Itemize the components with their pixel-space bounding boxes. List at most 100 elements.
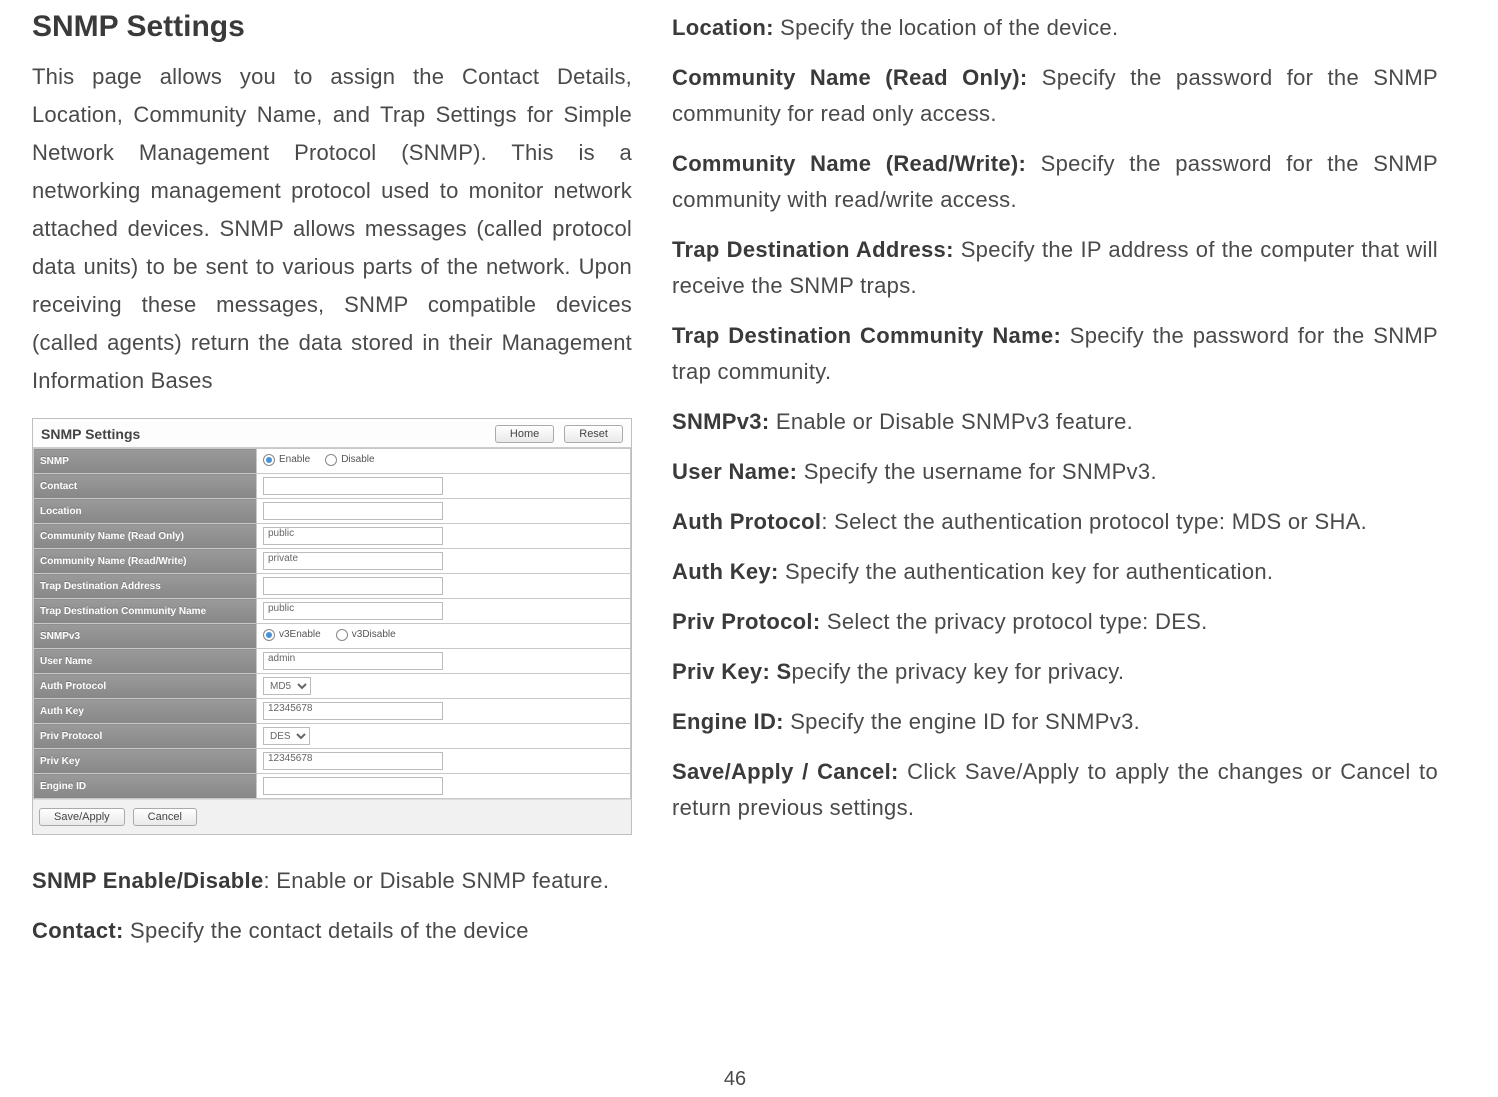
- def-community-ro: Community Name (Read Only): Specify the …: [672, 60, 1438, 132]
- def-label: Engine ID:: [672, 709, 784, 734]
- def-text: Specify the location of the device.: [774, 15, 1119, 40]
- row-trap-dest-comm: Trap Destination Community Name public: [34, 599, 631, 624]
- row-priv-protocol: Priv Protocol DES: [34, 724, 631, 749]
- def-location: Location: Specify the location of the de…: [672, 10, 1438, 46]
- def-text: Specify the username for SNMPv3.: [797, 459, 1157, 484]
- screenshot-footer: Save/Apply Cancel: [33, 799, 631, 828]
- def-text: Specify the authentication key for authe…: [779, 559, 1274, 584]
- two-column-layout: SNMP Settings This page allows you to as…: [32, 10, 1438, 1068]
- def-trap-dest-comm: Trap Destination Community Name: Specify…: [672, 318, 1438, 390]
- save-apply-button[interactable]: Save/Apply: [39, 808, 125, 826]
- def-text: Specify the engine ID for SNMPv3.: [784, 709, 1140, 734]
- row-username: User Name admin: [34, 649, 631, 674]
- contact-input[interactable]: [263, 477, 443, 495]
- label-location: Location: [34, 499, 257, 524]
- def-snmp-enable: SNMP Enable/Disable: Enable or Disable S…: [32, 863, 632, 899]
- label-engine-id: Engine ID: [34, 774, 257, 799]
- row-contact: Contact: [34, 474, 631, 499]
- label-username: User Name: [34, 649, 257, 674]
- reset-button[interactable]: Reset: [564, 425, 623, 443]
- trap-dest-addr-input[interactable]: [263, 577, 443, 595]
- v3-disable-option[interactable]: v3Disable: [336, 629, 396, 641]
- row-auth-protocol: Auth ProtocolMD5: [34, 674, 631, 699]
- label-priv-protocol: Priv Protocol: [34, 724, 257, 749]
- v3-enable-option[interactable]: v3Enable: [263, 629, 321, 641]
- snmp-settings-screenshot: SNMP Settings Home Reset SNMP Enable Dis…: [32, 418, 632, 835]
- label-trap-dest-addr: Trap Destination Address: [34, 574, 257, 599]
- def-priv-protocol: Priv Protocol: Select the privacy protoc…: [672, 604, 1438, 640]
- def-auth-key: Auth Key: Specify the authentication key…: [672, 554, 1438, 590]
- label-snmp: SNMP: [34, 449, 257, 474]
- row-auth-key: Auth Key 12345678: [34, 699, 631, 724]
- def-label: Location:: [672, 15, 774, 40]
- snmp-disable-option[interactable]: Disable: [325, 454, 374, 466]
- label-priv-key: Priv Key: [34, 749, 257, 774]
- def-text: Enable or Disable SNMPv3 feature.: [769, 409, 1133, 434]
- row-snmp: SNMP Enable Disable: [34, 449, 631, 474]
- def-auth-protocol: Auth Protocol: Select the authentication…: [672, 504, 1438, 540]
- cancel-button[interactable]: Cancel: [133, 808, 197, 826]
- def-username: User Name: Specify the username for SNMP…: [672, 454, 1438, 490]
- trap-dest-comm-input[interactable]: public: [263, 602, 443, 620]
- row-location: Location: [34, 499, 631, 524]
- row-community-ro: Community Name (Read Only) public: [34, 524, 631, 549]
- community-ro-input[interactable]: public: [263, 527, 443, 545]
- priv-protocol-select[interactable]: DES: [263, 727, 310, 745]
- radio-off-icon: [325, 454, 337, 466]
- def-label: SNMP Enable/Disable: [32, 868, 263, 893]
- row-engine-id: Engine ID: [34, 774, 631, 799]
- row-community-rw: Community Name (Read/Write) private: [34, 549, 631, 574]
- def-text: : Enable or Disable SNMP feature.: [263, 868, 609, 893]
- def-contact: Contact: Specify the contact details of …: [32, 913, 632, 949]
- label-auth-key: Auth Key: [34, 699, 257, 724]
- def-snmpv3: SNMPv3: Enable or Disable SNMPv3 feature…: [672, 404, 1438, 440]
- home-button[interactable]: Home: [495, 425, 554, 443]
- def-engine-id: Engine ID: Specify the engine ID for SNM…: [672, 704, 1438, 740]
- priv-key-input[interactable]: 12345678: [263, 752, 443, 770]
- label-community-rw: Community Name (Read/Write): [34, 549, 257, 574]
- page-number: 46: [32, 1068, 1438, 1097]
- def-label: Community Name (Read/Write):: [672, 151, 1026, 176]
- def-community-rw: Community Name (Read/Write): Specify the…: [672, 146, 1438, 218]
- value-snmp: Enable Disable: [257, 449, 631, 474]
- def-text: pecify the privacy key for privacy.: [791, 659, 1124, 684]
- row-snmpv3: SNMPv3 v3Enable v3Disable: [34, 624, 631, 649]
- value-snmpv3: v3Enable v3Disable: [257, 624, 631, 649]
- community-rw-input[interactable]: private: [263, 552, 443, 570]
- def-text: : Select the authentication protocol typ…: [821, 509, 1367, 534]
- snmp-enable-option[interactable]: Enable: [263, 454, 310, 466]
- def-label: Community Name (Read Only):: [672, 65, 1028, 90]
- row-priv-key: Priv Key 12345678: [34, 749, 631, 774]
- screenshot-title: SNMP Settings: [41, 426, 140, 442]
- engine-id-input[interactable]: [263, 777, 443, 795]
- screenshot-header: SNMP Settings Home Reset: [33, 419, 631, 448]
- def-label: Priv Key: S: [672, 659, 791, 684]
- def-label: Auth Key:: [672, 559, 779, 584]
- intro-paragraph: This page allows you to assign the Conta…: [32, 58, 632, 400]
- def-label: Trap Destination Address:: [672, 237, 954, 262]
- def-label: Trap Destination Community Name:: [672, 323, 1061, 348]
- def-label: Contact:: [32, 918, 124, 943]
- document-page: SNMP Settings This page allows you to as…: [0, 0, 1498, 1097]
- auth-key-input[interactable]: 12345678: [263, 702, 443, 720]
- settings-table: SNMP Enable Disable Contact Location Com…: [33, 448, 631, 799]
- def-trap-dest-addr: Trap Destination Address: Specify the IP…: [672, 232, 1438, 304]
- v3disable-label: v3Disable: [352, 629, 396, 640]
- label-snmpv3: SNMPv3: [34, 624, 257, 649]
- def-label: SNMPv3:: [672, 409, 769, 434]
- def-label: Auth Protocol: [672, 509, 821, 534]
- def-priv-key: Priv Key: Specify the privacy key for pr…: [672, 654, 1438, 690]
- screenshot-header-buttons: Home Reset: [495, 425, 623, 443]
- right-column: Location: Specify the location of the de…: [672, 10, 1438, 1068]
- v3enable-label: v3Enable: [279, 629, 321, 640]
- def-label: Priv Protocol:: [672, 609, 820, 634]
- auth-protocol-select[interactable]: MD5: [263, 677, 311, 695]
- location-input[interactable]: [263, 502, 443, 520]
- label-trap-dest-comm: Trap Destination Community Name: [34, 599, 257, 624]
- label-community-ro: Community Name (Read Only): [34, 524, 257, 549]
- username-input[interactable]: admin: [263, 652, 443, 670]
- row-trap-dest-addr: Trap Destination Address: [34, 574, 631, 599]
- def-label: User Name:: [672, 459, 797, 484]
- section-heading: SNMP Settings: [32, 10, 632, 44]
- radio-off-icon: [336, 629, 348, 641]
